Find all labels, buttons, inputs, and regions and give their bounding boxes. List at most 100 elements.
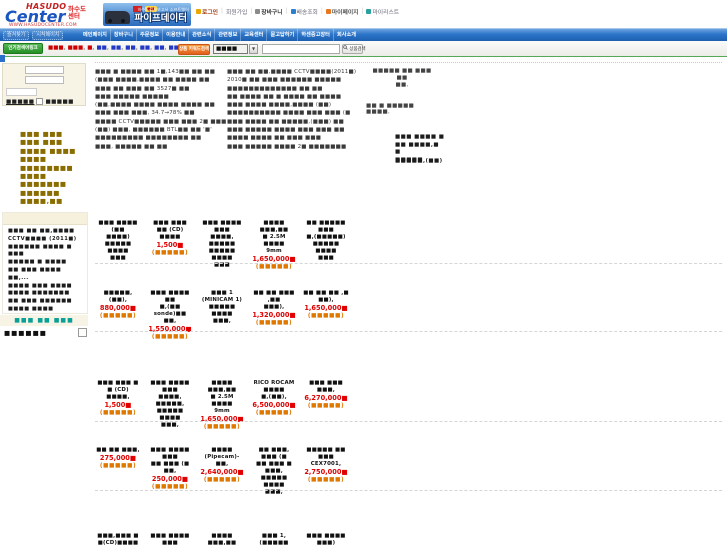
product-name-line: ■■),	[318, 297, 334, 303]
news-line[interactable]: ■■■ ■■■■■ ■■■■ ■■■ ■■■ ■■	[227, 126, 363, 134]
secure-login-checkbox[interactable]	[36, 98, 44, 105]
top-link[interactable]: 배송조회	[283, 7, 318, 16]
sidebar-category-link[interactable]: ■■■■	[20, 155, 88, 163]
popular-keyword[interactable]: ■■	[140, 45, 154, 51]
nav-menu-item[interactable]: 하센중고장터	[298, 29, 334, 41]
news-line[interactable]: ■■■ ■■■■■ ■■■■■	[95, 93, 227, 101]
news-line[interactable]: ■■■■■■■■■■■■■ ■■ ■■	[227, 85, 363, 93]
sidebar-category-link[interactable]: ■■■■ ■■■■	[20, 147, 88, 155]
news-line[interactable]: ■■■■ ■■■■ ■■ ■■■ ■■■	[227, 134, 363, 142]
popular-keyword[interactable]: ■■■	[48, 45, 68, 51]
top-link[interactable]: 마이페이지	[318, 7, 359, 16]
top-link[interactable]: 마이리스트	[359, 7, 399, 16]
top-link[interactable]: 장바구니	[247, 7, 283, 16]
keyword-search-button[interactable]: 상품 키워드검색	[178, 43, 210, 55]
news-line[interactable]: ■■■ ■■■■ ■■■■,■■■■ (■■)	[227, 101, 363, 109]
login-id-input[interactable]	[25, 66, 64, 74]
product-name: ■■ ■■ ■■■ ,■■ ■■■),	[251, 290, 297, 311]
sidebar-category-link[interactable]: ■■■■	[20, 172, 88, 180]
news-line[interactable]: ■■■ ■■ ■■■ ■■ 3527■ ■■	[95, 85, 227, 93]
news-line[interactable]: (■■) ■■■, ■■■■■■ BTL■■ ■■ '■'	[95, 126, 227, 134]
sidebar-category-link[interactable]: ■■■■■■■	[20, 180, 88, 188]
product-name: ■■■ ■■■ ■■■,	[303, 380, 349, 394]
sidebar-category-link[interactable]: ■■■■■■	[20, 189, 88, 197]
news-line[interactable]: 2010■ ■■ ■■■ ■■■■■■ ■■■■■	[227, 76, 363, 84]
news-line[interactable]: ■■■, ■■■■■ ■■ ■■	[95, 143, 227, 151]
login-password-input[interactable]	[25, 76, 64, 84]
product-item[interactable]: ■■■,■■■ ■ ■(CD)■■■■	[95, 533, 141, 545]
login-code-input[interactable]	[6, 88, 37, 96]
chevron-down-icon[interactable]: ▼	[249, 44, 258, 54]
sidebar-category-link[interactable]: ■■■■■■■■	[20, 164, 88, 172]
product-item[interactable]: ■■■■■ ■■ ■■■ CEX7001, 2,750,000■ (■■■■■)	[303, 447, 349, 484]
popular-keyword[interactable]: ■■■	[68, 45, 88, 51]
product-item[interactable]: ■■■ ■■■■ (■■ ■■■■) ■■■■■ ■■■■ ■■■	[95, 220, 141, 262]
sidebar-category-link[interactable]: ■■■ ■■■	[20, 130, 88, 138]
nav-menu-item[interactable]: 주문정보	[137, 29, 164, 41]
product-item[interactable]: ■■■ ■■■■ ■■■■■■■, ■■■■■	[147, 533, 193, 545]
top-link[interactable]: 로그인	[196, 7, 218, 16]
notice-line: CCTV■■■■ (2011■)	[8, 235, 77, 242]
news-line[interactable]: (■■,■■■■ ■■■■ ■■■■ ■■■■ ■■	[95, 101, 227, 109]
login-link[interactable]: ■■■■■	[6, 99, 34, 105]
popular-keyword[interactable]: ■■	[125, 45, 139, 51]
product-item[interactable]: ■■■ 1 (MINICAM 1) ■■■■■ ■■■■ ■■■,	[199, 290, 245, 325]
site-logo[interactable]: HASUDO Center 하수도 센터 WWW.HASUDOCENTER.CO…	[2, 1, 102, 28]
product-item[interactable]: ■■■■ ■■■,■■ ■ 2.5M ■■■■ 9mm 1,650,000■ (■■■■…	[199, 380, 245, 431]
nav-menu-item[interactable]: 회사소개	[334, 29, 359, 41]
news-line[interactable]: ■■■ ■■ ■■,■■■■ CCTV■■■■(2011■)	[227, 68, 363, 76]
product-item[interactable]: ■■■ ■■■■ ■■ ■,(■■ sonde)■■ ■■, 1,550,000■ (■…	[147, 290, 193, 341]
login-box: ■■■■■ ■■■■■	[2, 63, 86, 106]
news-line[interactable]: ■■■■■■■■■■ ■■■■ ■■■ ■■■ (■	[227, 109, 363, 117]
nav-menu-item[interactable]: 묻고답하기	[267, 29, 299, 41]
product-item[interactable]: ■■■ ■■■ ■■ (CD) ■■■■ 1,500■ (■■■■■)	[147, 220, 193, 257]
news-line[interactable]: ■■■ ■ ■■■■ ■■ 1■,143■■ ■■ ■■	[95, 68, 227, 76]
product-item[interactable]: ■■■ ■■■■ ■■■ ■■■■, ■■■■■ ■■■■■ ■■■■ ■■■	[199, 220, 245, 269]
product-item[interactable]: ■■ ■■ ■■■ ,■■ ■■■), 1,320,000■ (■■■■■)	[251, 290, 297, 327]
pipedata-ad-banner[interactable]: ■■ 하수도검사보고서 소프트웨어 파이프데이터	[103, 3, 191, 26]
sidebar-mini-input[interactable]	[78, 328, 87, 337]
product-item[interactable]: ■■■ ■■■ ■ ■ (CD) ■■■■, 1,500■ (■■■■■)	[95, 380, 141, 417]
product-item[interactable]: ■■■ ■■■■ ■■■)■■ sonde■■■■)	[303, 533, 349, 545]
product-item[interactable]: ■■ ■■■, ■■■ (■ ■■ ■■■ ■ ■■■, ■■■■■ ■■■■ ■■■…	[251, 447, 297, 496]
sidebar-category-link[interactable]: ■■■■,■■	[20, 197, 88, 205]
product-search-button[interactable]: 상품검색	[342, 44, 366, 54]
product-item[interactable]: RICO ROCAM ■■■■ ■,(■■), 6,500,000■ (■■■■■)	[251, 380, 297, 417]
product-item[interactable]: ■■ ■■ ■■■, 275,000■ (■■■■■)	[95, 447, 141, 470]
product-item[interactable]: ■■ ■■■■■ ■■■ ■,(■■■■■) ■■■■■ ■■■■ ■■■	[303, 220, 349, 262]
news-line[interactable]: ■■■ ■■■■■ ■■■■ 2■ ■■■■■■■	[227, 143, 363, 151]
sidebar-teal-link[interactable]: ■■■ ■■ ■■■	[0, 315, 88, 326]
news-line[interactable]: ■■■■■■■■■ ■■■■■■■■ ■■	[95, 134, 227, 142]
product-item[interactable]: ■■■ ■■■■ ■■■ ■■ ■■■ (■ ■■, 250,000■ (■■■■■)	[147, 447, 193, 491]
product-item[interactable]: ■■■ 1,(■■■■■■■■) ROBOCAM)	[251, 533, 297, 545]
nav-menu-item[interactable]: 장바구니	[111, 29, 137, 41]
news-line[interactable]: ■■ ■■■■ ■■ ■ ■■■■ ■■ ■■■■	[227, 93, 363, 101]
nav-menu-item[interactable]: 교육센터	[241, 29, 268, 41]
popular-keywords-button[interactable]: 인기검색어링크	[3, 43, 43, 54]
product-item[interactable]: ■■■■■,(■■), 880,000■ (■■■■■)	[95, 290, 141, 320]
sidebar-category-link[interactable]: ■■■ ■■■	[20, 138, 88, 146]
nav-menu-item[interactable]: 이용안내	[163, 29, 190, 41]
search-category-select[interactable]: ■■■■	[213, 44, 248, 54]
product-item[interactable]: ■■■■ ■■■,■■■ 2.5M ■■■■	[199, 533, 245, 545]
nav-menu-item[interactable]: 메인페이지	[80, 29, 111, 41]
nav-menu-item[interactable]: 관련소식	[189, 29, 216, 41]
popular-keyword[interactable]: ■■	[154, 45, 168, 51]
aside-text-group-4: ■■■■■,(■■)	[395, 158, 445, 164]
news-line[interactable]: (■■■ ■■■■,■■■■ ■■ ■■■■ ■■	[95, 76, 227, 84]
product-search-input[interactable]	[262, 44, 340, 54]
news-line[interactable]: ■■■■ CCTV■■■■■ ■■■ ■■■ 2■ ■■■	[95, 118, 227, 126]
popular-keyword[interactable]: ■■	[169, 45, 178, 51]
product-name: ■■ ■■■■■ ■■■ ■,(■■■■■) ■■■■■ ■■■■ ■■■	[303, 220, 349, 262]
news-line[interactable]: ■■■ ■■■ ■■■, 34.7→78% ■■	[95, 109, 227, 117]
popular-keyword[interactable]: ■■	[111, 45, 125, 51]
nav-tab[interactable]: 시작페이지	[32, 31, 64, 40]
product-item[interactable]: ■■ ■■ ■■ ,■ ■■), 1,650,000■ (■■■■■)	[303, 290, 349, 320]
popular-keyword[interactable]: ■■	[96, 45, 110, 51]
nav-tab[interactable]: 즐겨찾기	[3, 31, 30, 40]
top-link[interactable]: 회원가입	[218, 7, 247, 16]
nav-menu-item[interactable]: 관련정보	[215, 29, 242, 41]
product-item[interactable]: ■■■■ (Pipecam)- ■■, 2,640,000■ (■■■■■)	[199, 447, 245, 484]
news-line[interactable]: ■■■ ■■■■ ■■ ■■■■■,(■■■) ■■	[227, 118, 363, 126]
product-item[interactable]: ■■■ ■■■ ■■■, 6,270,000■ (■■■■■)	[303, 380, 349, 410]
